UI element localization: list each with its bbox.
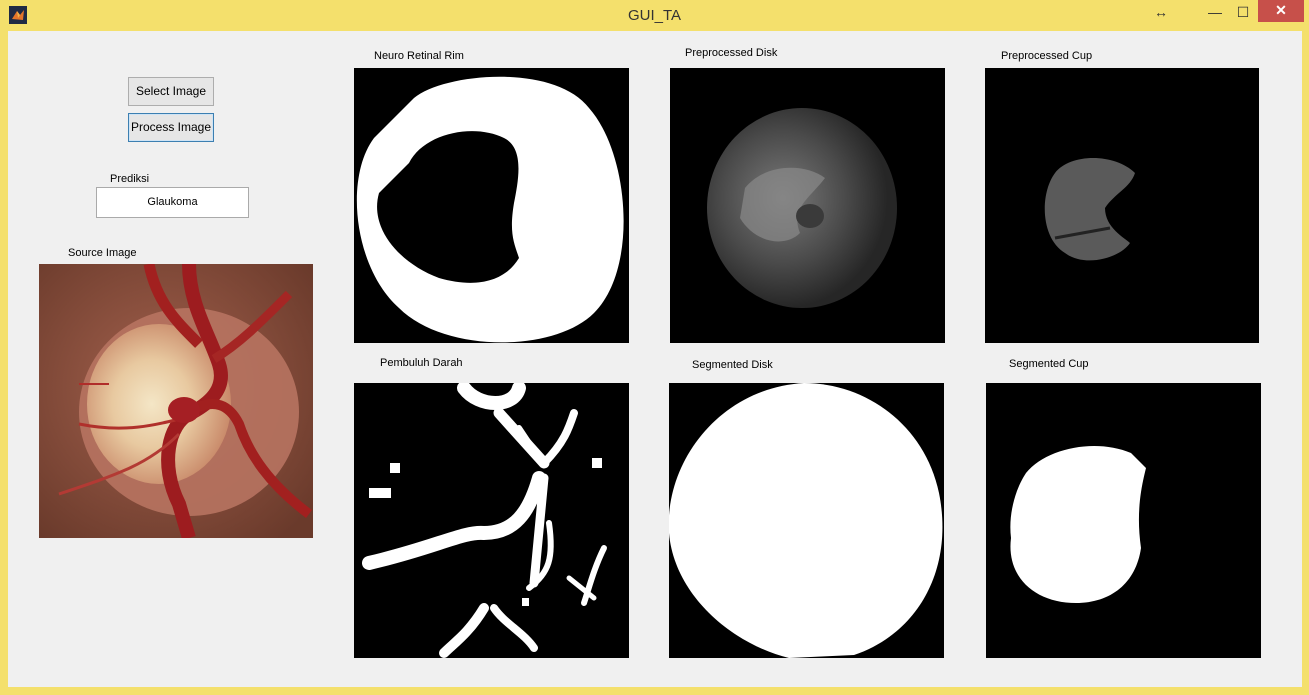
source-image-title: Source Image: [68, 247, 137, 259]
prediction-field: Glaukoma: [96, 187, 249, 218]
resize-arrows-icon[interactable]: ↔: [1146, 2, 1176, 24]
process-image-button[interactable]: Process Image: [128, 113, 214, 142]
preprocessed-cup-title: Preprocessed Cup: [1001, 50, 1093, 62]
blood-vessels-image: [354, 383, 629, 658]
close-button[interactable]: ✕: [1258, 0, 1304, 22]
segmented-cup-title: Segmented Cup: [1009, 358, 1089, 370]
segmented-disk-title: Segmented Disk: [692, 359, 773, 371]
rim-title: Neuro Retinal Rim: [374, 50, 464, 62]
select-image-button[interactable]: Select Image: [128, 77, 214, 106]
window-title: GUI_TA: [627, 7, 682, 24]
prediction-label: Prediksi: [110, 173, 150, 185]
segmented-cup-image: [986, 383, 1261, 658]
preprocessed-cup-image: [985, 68, 1259, 343]
vessels-title: Pembuluh Darah: [380, 357, 463, 369]
preprocessed-disk-title: Preprocessed Disk: [685, 47, 778, 59]
neuro-retinal-rim-image: [354, 68, 629, 343]
title-bar: GUI_TA ↔ — ☐ ✕: [0, 0, 1309, 31]
source-image: [39, 264, 313, 538]
maximize-button[interactable]: ☐: [1228, 2, 1258, 24]
segmented-disk-image: [669, 383, 944, 658]
figure-canvas: Select Image Process Image Prediksi Glau…: [8, 31, 1302, 687]
minimize-button[interactable]: —: [1200, 2, 1230, 24]
preprocessed-disk-image: [670, 68, 945, 343]
